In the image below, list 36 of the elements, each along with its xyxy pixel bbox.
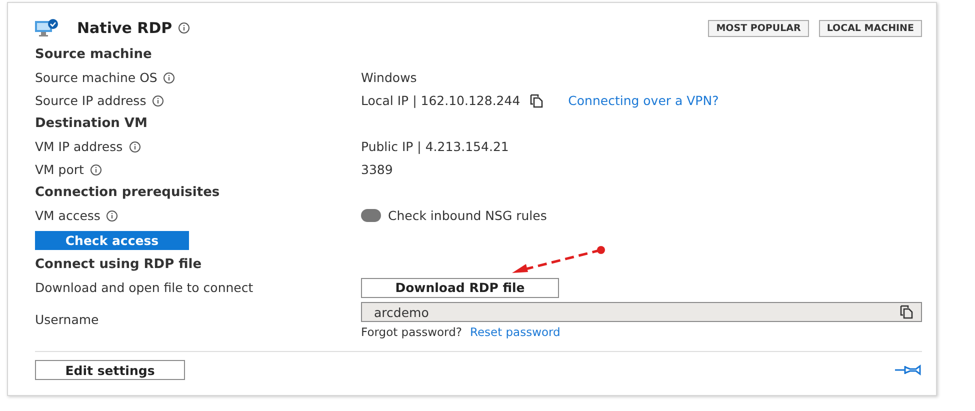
copy-icon[interactable]	[900, 305, 914, 319]
section-heading: Connect using RDP file	[35, 256, 202, 274]
copy-icon[interactable]	[530, 94, 544, 108]
field-value: Local IP | 162.10.128.244	[361, 93, 520, 108]
info-icon[interactable]	[163, 72, 176, 84]
reset-password-link[interactable]: Reset password	[470, 325, 560, 339]
field-value: Windows	[361, 70, 417, 85]
field-value: Public IP | 4.213.154.21	[361, 139, 509, 154]
field-label: Source IP address	[35, 93, 146, 108]
hint-text: Forgot password?	[361, 325, 462, 339]
info-icon[interactable]	[90, 164, 102, 176]
monitor-icon	[35, 19, 59, 37]
edit-settings-button[interactable]: Edit settings	[35, 360, 185, 380]
field-label: Source machine OS	[35, 70, 158, 85]
section-heading: Source machine	[35, 46, 152, 64]
status-text: Check inbound NSG rules	[388, 208, 547, 223]
username-field[interactable]: arcdemo	[361, 302, 922, 322]
pin-icon[interactable]	[894, 364, 922, 376]
field-label: Download and open file to connect	[35, 280, 254, 295]
section-heading: Destination VM	[35, 115, 148, 133]
tag-label: MOST POPULAR	[708, 20, 809, 36]
panel-title: Native RDP	[77, 19, 172, 37]
field-label: VM port	[35, 162, 84, 177]
download-button[interactable]: Download RDP file	[361, 278, 559, 298]
check-access-button[interactable]: Check access	[35, 231, 189, 250]
vpn-link[interactable]: Connecting over a VPN?	[568, 93, 719, 108]
info-icon[interactable]	[106, 210, 118, 222]
field-value: 3389	[361, 162, 393, 177]
info-icon[interactable]	[178, 22, 190, 34]
section-heading: Connection prerequisites	[35, 184, 220, 202]
field-label: Username	[35, 312, 99, 326]
field-label: VM access	[35, 208, 100, 223]
info-icon[interactable]	[152, 94, 164, 106]
info-icon[interactable]	[128, 140, 141, 152]
field-label: VM IP address	[35, 139, 123, 154]
tag-label: LOCAL MACHINE	[818, 20, 922, 36]
